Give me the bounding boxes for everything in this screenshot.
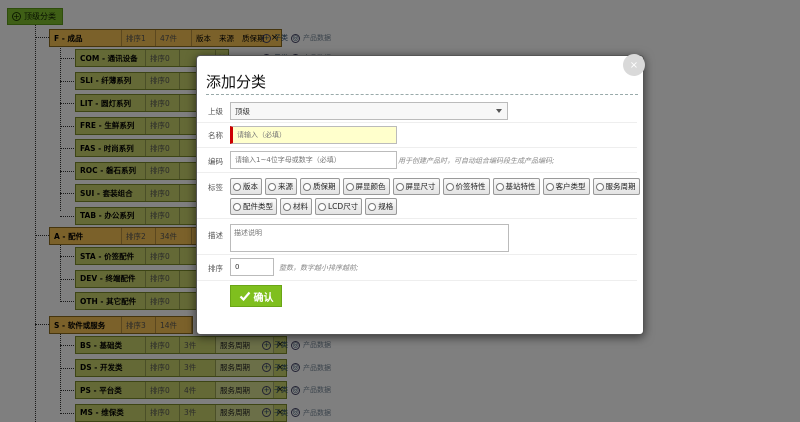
tag-option[interactable]: 来源 bbox=[265, 178, 297, 195]
radio-icon bbox=[545, 182, 554, 191]
tag-option-label: 版本 bbox=[243, 182, 258, 191]
tag-option[interactable]: 基站特性 bbox=[492, 178, 540, 195]
parent-select-value: 顶级 bbox=[235, 106, 250, 116]
tag-option[interactable]: 屏显颜色 bbox=[342, 178, 390, 195]
tag-option-label: 屏显颜色 bbox=[355, 182, 386, 191]
tag-option-label: 来源 bbox=[278, 182, 293, 191]
tag-option[interactable]: 服务周期 bbox=[592, 178, 640, 195]
parent-label: 上级 bbox=[208, 107, 223, 116]
description-label: 描述 bbox=[208, 231, 223, 240]
tag-option-label: 质保期 bbox=[313, 182, 336, 191]
name-input[interactable] bbox=[230, 126, 397, 144]
radio-icon bbox=[268, 182, 276, 191]
tag-option[interactable]: 客户类型 bbox=[542, 178, 590, 195]
radio-icon bbox=[445, 182, 454, 191]
title-divider bbox=[206, 94, 638, 95]
description-textarea[interactable] bbox=[230, 224, 509, 252]
dialog-title: 添加分类 bbox=[206, 73, 267, 91]
tag-option[interactable]: LCD尺寸 bbox=[315, 198, 363, 215]
radio-icon bbox=[233, 202, 241, 211]
radio-icon bbox=[495, 182, 504, 191]
radio-icon bbox=[233, 182, 241, 191]
radio-icon bbox=[368, 202, 377, 211]
tag-list: 版本 来源 质保期 屏显颜色 屏显尺寸 价签特性 基站特性 客户类型 服务周期配件类型 材料 LCD… bbox=[230, 178, 640, 215]
check-icon bbox=[239, 291, 250, 302]
radio-icon bbox=[283, 202, 291, 211]
confirm-button-label: 确认 bbox=[253, 292, 274, 304]
sort-row: 排序 整数，数字越小排序越前; bbox=[197, 255, 637, 281]
radio-icon bbox=[318, 202, 326, 211]
sort-label: 排序 bbox=[208, 264, 223, 273]
radio-icon bbox=[303, 182, 311, 191]
tag-option-label: 屏显尺寸 bbox=[405, 182, 436, 191]
close-icon[interactable]: × bbox=[623, 54, 645, 76]
tags-label: 标签 bbox=[208, 183, 223, 192]
code-row: 编码 用于创建产品时，可自动组合编码段生成产品编码; bbox=[197, 148, 637, 173]
parent-select[interactable]: 顶级 bbox=[230, 102, 508, 120]
tag-option[interactable]: 版本 bbox=[230, 178, 262, 195]
radio-icon bbox=[395, 182, 404, 191]
chevron-down-icon bbox=[496, 109, 502, 113]
parent-row: 上级 顶级 bbox=[197, 99, 637, 123]
tag-option[interactable]: 屏显尺寸 bbox=[392, 178, 440, 195]
tag-option-label: 规格 bbox=[378, 202, 394, 211]
tag-option[interactable]: 规格 bbox=[365, 198, 398, 215]
tag-option[interactable]: 质保期 bbox=[300, 178, 340, 195]
name-label: 名称 bbox=[208, 131, 223, 140]
add-category-dialog: × 添加分类 上级 顶级 名称 编码 用于创建产品时，可自动组合编码段生成产品编… bbox=[196, 54, 645, 335]
sort-hint: 整数，数字越小排序越前; bbox=[279, 264, 359, 272]
code-label: 编码 bbox=[208, 157, 223, 166]
tag-option-label: 服务周期 bbox=[605, 182, 636, 191]
code-hint: 用于创建产品时，可自动组合编码段生成产品编码; bbox=[398, 157, 555, 165]
confirm-button[interactable]: 确认 bbox=[230, 285, 282, 307]
tag-option-label: LCD尺寸 bbox=[328, 202, 359, 211]
sort-input[interactable] bbox=[230, 258, 274, 276]
tag-option-label: 价签特性 bbox=[455, 182, 486, 191]
radio-icon bbox=[595, 182, 604, 191]
radio-icon bbox=[345, 182, 354, 191]
tag-option[interactable]: 材料 bbox=[280, 198, 312, 215]
tag-option-label: 客户类型 bbox=[555, 182, 586, 191]
code-input[interactable] bbox=[230, 151, 397, 169]
tag-option[interactable]: 配件类型 bbox=[230, 198, 277, 215]
tag-option-label: 基站特性 bbox=[505, 182, 536, 191]
name-row: 名称 bbox=[197, 123, 637, 148]
tag-option-label: 配件类型 bbox=[243, 202, 273, 211]
tag-option[interactable]: 价签特性 bbox=[442, 178, 490, 195]
tag-option-label: 材料 bbox=[293, 202, 308, 211]
